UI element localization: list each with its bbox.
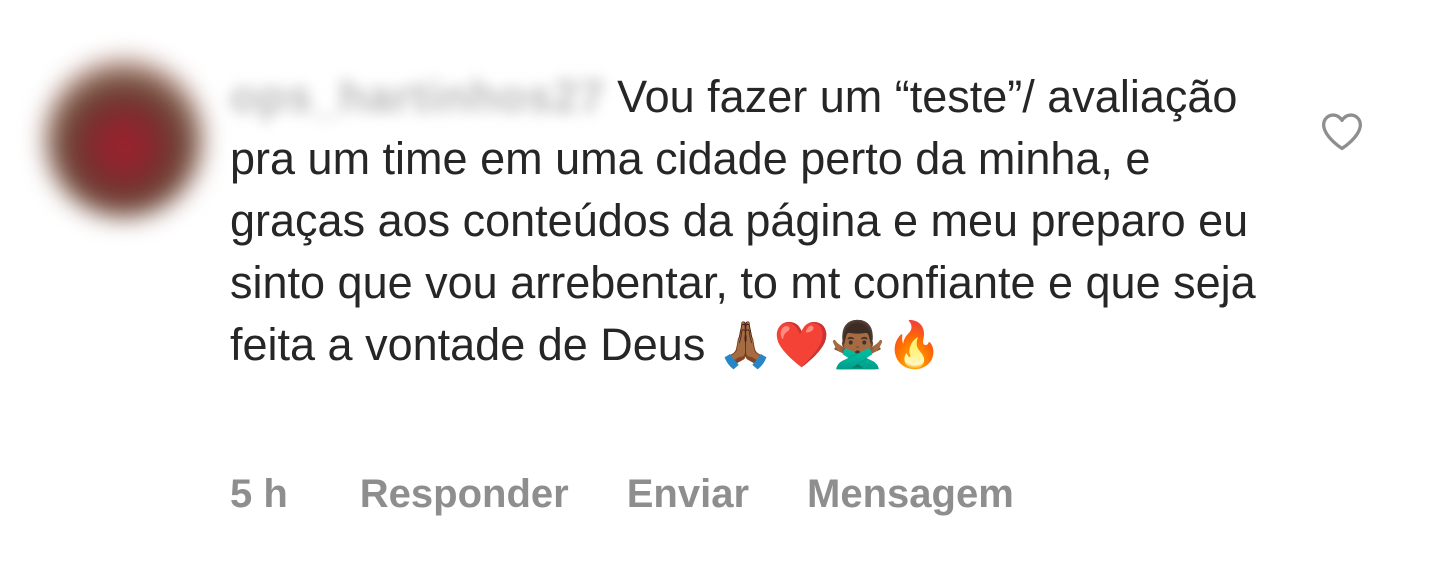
avatar[interactable] <box>44 58 204 218</box>
comment-time: 5 h <box>230 472 288 516</box>
comment-text-block: ops_hartinhos27 Vou fazer um “teste”/ ava… <box>230 66 1270 376</box>
message-button[interactable]: Mensagem <box>807 472 1014 517</box>
send-button[interactable]: Enviar <box>627 472 749 517</box>
comment: ops_hartinhos27 Vou fazer um “teste”/ ava… <box>0 0 1440 565</box>
comment-body: ops_hartinhos27 Vou fazer um “teste”/ ava… <box>230 66 1270 376</box>
heart-icon[interactable] <box>1320 110 1364 152</box>
username[interactable]: ops_hartinhos27 <box>230 66 605 128</box>
comment-emojis: 🙏🏾❤️🙅🏾‍♂️🔥 <box>717 318 942 371</box>
comment-actions: 5 h Responder Enviar Mensagem <box>230 472 1014 517</box>
reply-button[interactable]: Responder <box>360 472 569 517</box>
